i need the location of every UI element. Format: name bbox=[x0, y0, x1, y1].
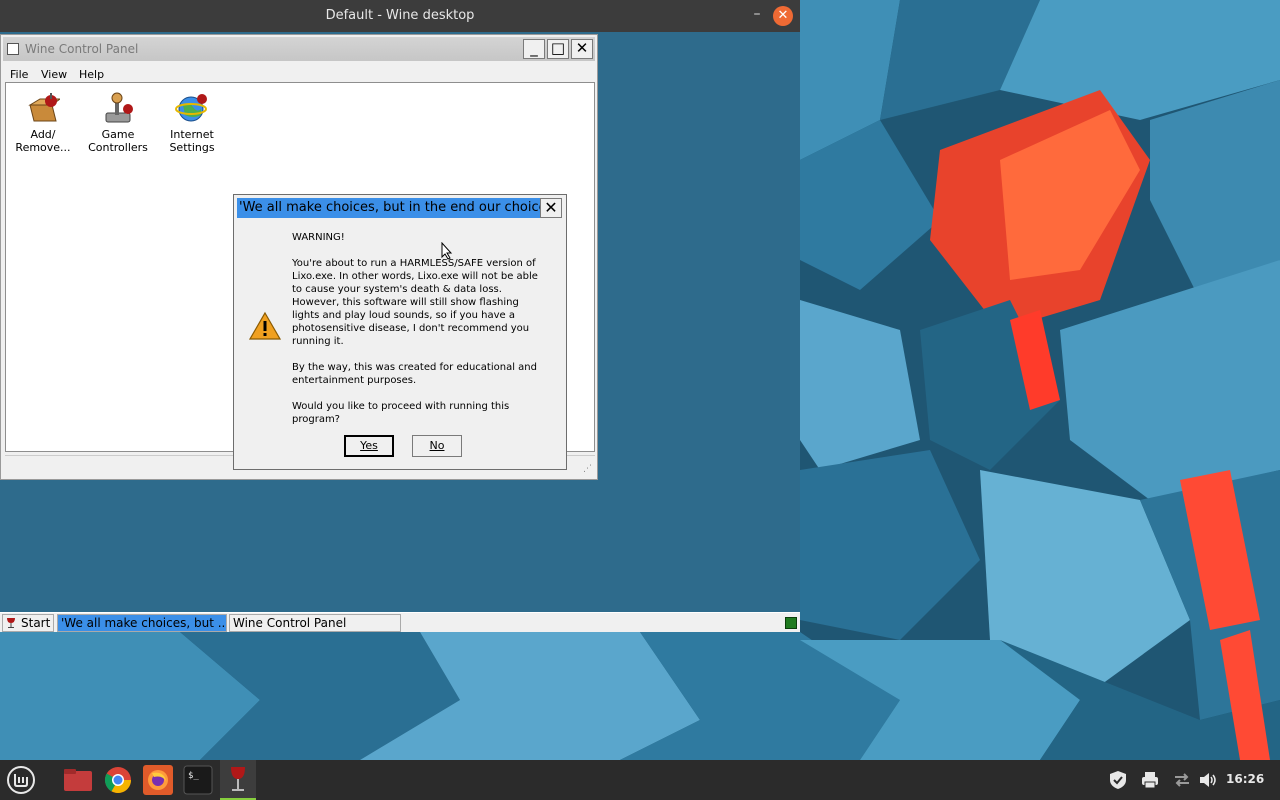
resize-grip[interactable]: ⋰ bbox=[583, 464, 593, 474]
add-remove-programs-icon bbox=[28, 93, 62, 122]
dialog-title: 'We all make choices, but in the end our… bbox=[239, 200, 541, 215]
dialog-paragraph: Would you like to proceed with running t… bbox=[292, 401, 510, 425]
dialog-titlebar[interactable]: 'We all make choices, but in the end our… bbox=[237, 198, 541, 218]
applet-add-remove[interactable]: Add/ Remove... bbox=[8, 91, 78, 154]
applet-game-controllers[interactable]: Game Controllers bbox=[83, 91, 153, 154]
no-button[interactable]: No bbox=[412, 435, 462, 457]
printer-icon[interactable] bbox=[1140, 770, 1160, 790]
start-label: Start bbox=[21, 616, 51, 630]
applet-label: Controllers bbox=[88, 141, 148, 154]
system-panel: $_ 16:26 bbox=[0, 760, 1280, 800]
close-button[interactable]: ✕ bbox=[540, 198, 562, 218]
applet-label: Game bbox=[101, 128, 135, 141]
dialog-message: WARNING! You're about to run a HARMLESS/… bbox=[292, 231, 544, 439]
applet-label: Settings bbox=[169, 141, 215, 154]
close-button[interactable]: ✕ bbox=[571, 39, 593, 59]
menu-help[interactable]: Help bbox=[79, 68, 104, 81]
taskbar-item-dialog[interactable]: 'We all make choices, but ... bbox=[57, 614, 227, 632]
wine-glass-icon bbox=[7, 618, 15, 628]
menu-bar: File View Help bbox=[3, 63, 595, 83]
minimize-button[interactable]: _ bbox=[523, 39, 545, 59]
applet-label: Internet bbox=[170, 128, 214, 141]
network-icon[interactable] bbox=[1172, 770, 1192, 790]
control-panel-icon bbox=[7, 43, 19, 55]
shield-icon[interactable] bbox=[1108, 770, 1128, 790]
start-button[interactable]: Start bbox=[2, 614, 54, 632]
applet-label: Add/ bbox=[30, 128, 56, 141]
tray-indicator-icon[interactable] bbox=[785, 617, 797, 629]
control-panel-title: Wine Control Panel bbox=[25, 42, 139, 56]
clock[interactable]: 16:26 bbox=[1226, 772, 1264, 786]
dialog-heading: WARNING! bbox=[292, 232, 345, 243]
wine-desktop-window: Default - Wine desktop – ✕ Wine Control … bbox=[0, 0, 800, 632]
menu-file[interactable]: File bbox=[10, 68, 28, 81]
dialog-paragraph: You're about to run a HARMLESS/SAFE vers… bbox=[292, 258, 538, 347]
yes-button[interactable]: Yes bbox=[344, 435, 394, 457]
warning-icon bbox=[249, 311, 281, 340]
volume-icon[interactable] bbox=[1198, 770, 1218, 790]
warning-dialog: 'We all make choices, but in the end our… bbox=[233, 194, 567, 470]
maximize-button[interactable]: □ bbox=[547, 39, 569, 59]
mouse-cursor-icon bbox=[441, 242, 453, 260]
applet-internet-settings[interactable]: Internet Settings bbox=[157, 91, 227, 154]
applet-label: Remove... bbox=[15, 141, 71, 154]
dialog-paragraph: By the way, this was created for educati… bbox=[292, 362, 537, 386]
terminal-icon[interactable]: $_ bbox=[182, 765, 214, 795]
mint-menu-icon[interactable] bbox=[5, 765, 37, 795]
wine-desktop-titlebar[interactable]: Default - Wine desktop – ✕ bbox=[0, 0, 800, 32]
internet-settings-icon bbox=[175, 94, 207, 122]
svg-text:$_: $_ bbox=[188, 771, 199, 781]
wine-taskbar: Start 'We all make choices, but ... Wine… bbox=[0, 612, 800, 632]
control-panel-titlebar[interactable]: Wine Control Panel _ □ ✕ bbox=[3, 37, 595, 61]
game-controller-icon bbox=[105, 92, 133, 123]
taskbar-item-control-panel[interactable]: Wine Control Panel bbox=[229, 614, 401, 632]
minimize-button[interactable]: – bbox=[746, 4, 768, 26]
files-icon[interactable] bbox=[62, 765, 94, 795]
menu-view[interactable]: View bbox=[41, 68, 67, 81]
firefox-icon[interactable] bbox=[142, 765, 174, 795]
chrome-icon[interactable] bbox=[102, 765, 134, 795]
close-button[interactable]: ✕ bbox=[773, 6, 793, 26]
wine-desktop-title: Default - Wine desktop bbox=[325, 8, 475, 23]
wine-icon[interactable] bbox=[222, 765, 254, 795]
